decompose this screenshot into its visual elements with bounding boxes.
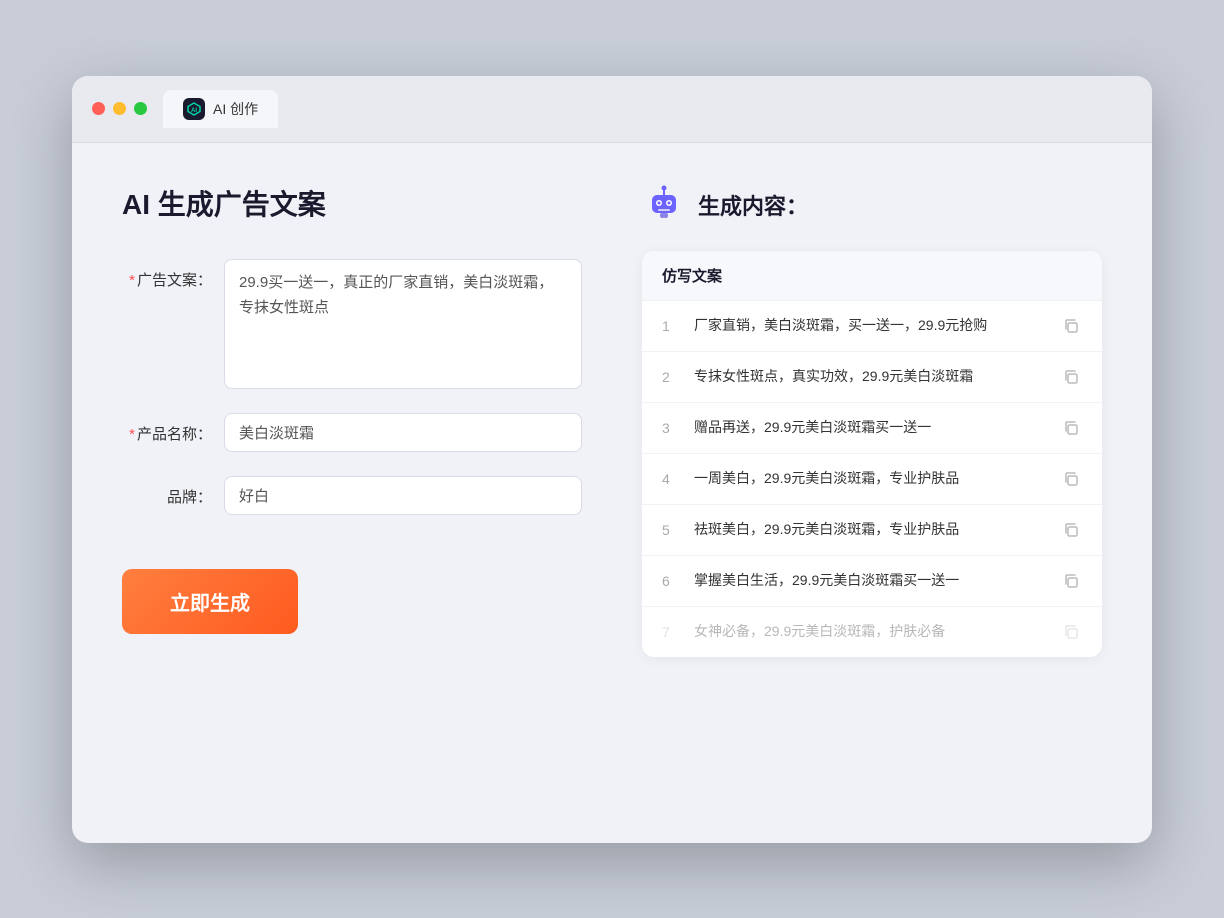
- copy-icon[interactable]: [1060, 570, 1082, 592]
- brand-group: 品牌： 好白: [122, 476, 582, 515]
- brand-label: 品牌：: [122, 476, 212, 507]
- results-table: 仿写文案 1 厂家直销，美白淡斑霜，买一送一，29.9元抢购 2 专抹女性斑点，真实…: [642, 251, 1102, 657]
- row-number: 1: [662, 318, 682, 334]
- traffic-lights: [92, 102, 147, 115]
- minimize-button[interactable]: [113, 102, 126, 115]
- row-text: 女神必备，29.9元美白淡斑霜，护肤必备: [694, 621, 1048, 642]
- left-panel: AI 生成广告文案 *广告文案： 29.9买一送一，真正的厂家直销，美白淡斑霜，…: [122, 183, 582, 803]
- row-text: 掌握美白生活，29.9元美白淡斑霜买一送一: [694, 570, 1048, 591]
- ad-copy-label: *广告文案：: [122, 259, 212, 290]
- row-number: 3: [662, 420, 682, 436]
- title-bar: AI AI 创作: [72, 76, 1152, 143]
- table-row[interactable]: 1 厂家直销，美白淡斑霜，买一送一，29.9元抢购: [642, 301, 1102, 352]
- copy-icon[interactable]: [1060, 417, 1082, 439]
- copy-icon[interactable]: [1060, 621, 1082, 643]
- copy-icon[interactable]: [1060, 315, 1082, 337]
- table-row[interactable]: 3 赠品再送，29.9元美白淡斑霜买一送一: [642, 403, 1102, 454]
- row-text: 赠品再送，29.9元美白淡斑霜买一送一: [694, 417, 1048, 438]
- row-number: 4: [662, 471, 682, 487]
- right-title: 生成内容：: [698, 189, 808, 221]
- copy-icon[interactable]: [1060, 519, 1082, 541]
- results-list: 1 厂家直销，美白淡斑霜，买一送一，29.9元抢购 2 专抹女性斑点，真实功效，29…: [642, 301, 1102, 657]
- table-row[interactable]: 6 掌握美白生活，29.9元美白淡斑霜买一送一: [642, 556, 1102, 607]
- close-button[interactable]: [92, 102, 105, 115]
- robot-icon: [642, 183, 686, 227]
- browser-window: AI AI 创作 AI 生成广告文案 *广告文案： 29.9买一送一，真正的厂家…: [72, 76, 1152, 843]
- table-row[interactable]: 7 女神必备，29.9元美白淡斑霜，护肤必备: [642, 607, 1102, 657]
- svg-text:AI: AI: [191, 108, 197, 114]
- row-number: 2: [662, 369, 682, 385]
- product-name-group: *产品名称： 美白淡斑霜: [122, 413, 582, 452]
- copy-icon[interactable]: [1060, 366, 1082, 388]
- product-name-label: *产品名称：: [122, 413, 212, 444]
- table-header: 仿写文案: [642, 251, 1102, 301]
- right-panel: 生成内容： 仿写文案 1 厂家直销，美白淡斑霜，买一送一，29.9元抢购 2 专抹女…: [642, 183, 1102, 803]
- row-number: 7: [662, 624, 682, 640]
- ai-tab[interactable]: AI AI 创作: [163, 90, 278, 128]
- row-text: 祛斑美白，29.9元美白淡斑霜，专业护肤品: [694, 519, 1048, 540]
- table-row[interactable]: 5 祛斑美白，29.9元美白淡斑霜，专业护肤品: [642, 505, 1102, 556]
- page-title: AI 生成广告文案: [122, 183, 582, 223]
- brand-input[interactable]: 好白: [224, 476, 582, 515]
- row-number: 6: [662, 573, 682, 589]
- ai-tab-icon: AI: [183, 98, 205, 120]
- ad-copy-group: *广告文案： 29.9买一送一，真正的厂家直销，美白淡斑霜，专抹女性斑点: [122, 259, 582, 389]
- main-content: AI 生成广告文案 *广告文案： 29.9买一送一，真正的厂家直销，美白淡斑霜，…: [72, 143, 1152, 843]
- row-number: 5: [662, 522, 682, 538]
- required-star: *: [129, 272, 135, 289]
- generate-button[interactable]: 立即生成: [122, 569, 298, 634]
- table-row[interactable]: 4 一周美白，29.9元美白淡斑霜，专业护肤品: [642, 454, 1102, 505]
- row-text: 一周美白，29.9元美白淡斑霜，专业护肤品: [694, 468, 1048, 489]
- row-text: 厂家直销，美白淡斑霜，买一送一，29.9元抢购: [694, 315, 1048, 336]
- ad-copy-input[interactable]: 29.9买一送一，真正的厂家直销，美白淡斑霜，专抹女性斑点: [224, 259, 582, 389]
- required-star-2: *: [129, 426, 135, 443]
- right-header: 生成内容：: [642, 183, 1102, 227]
- copy-icon[interactable]: [1060, 468, 1082, 490]
- table-row[interactable]: 2 专抹女性斑点，真实功效，29.9元美白淡斑霜: [642, 352, 1102, 403]
- maximize-button[interactable]: [134, 102, 147, 115]
- product-name-input[interactable]: 美白淡斑霜: [224, 413, 582, 452]
- tab-label: AI 创作: [213, 99, 258, 119]
- row-text: 专抹女性斑点，真实功效，29.9元美白淡斑霜: [694, 366, 1048, 387]
